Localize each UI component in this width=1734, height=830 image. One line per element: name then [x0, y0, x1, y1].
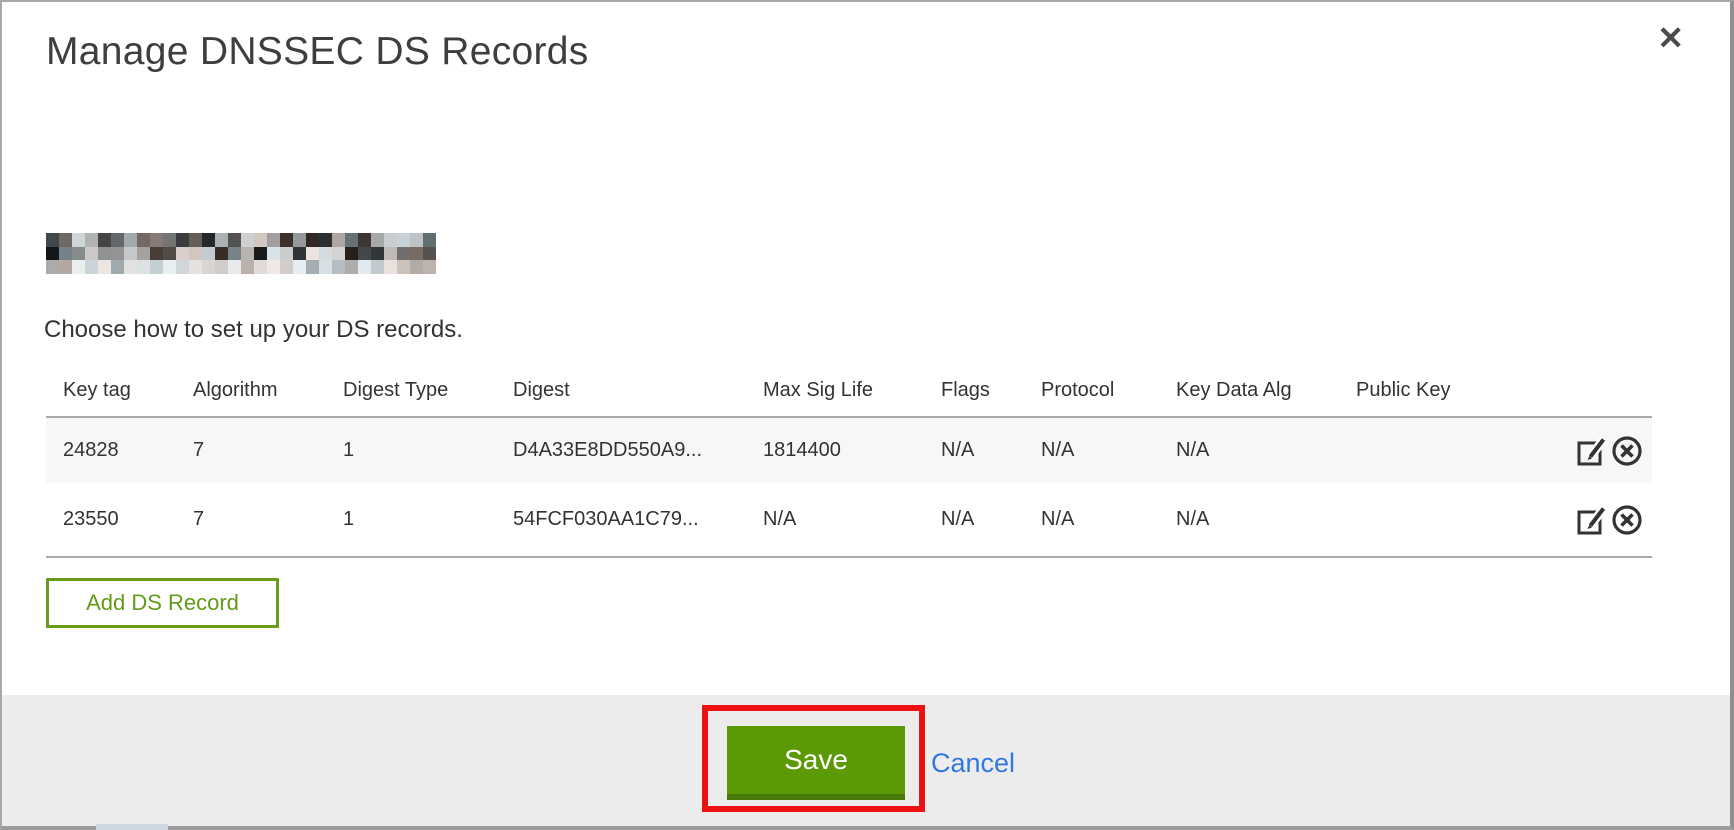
cell-max-sig-life: 1814400 — [746, 439, 924, 462]
edit-record-icon[interactable] — [1575, 503, 1609, 537]
column-header-algorithm: Algorithm — [176, 379, 326, 402]
save-button[interactable]: Save — [727, 726, 905, 800]
ds-records-table: Key tag Algorithm Digest Type Digest Max… — [46, 364, 1652, 558]
table-row: 23550 7 1 54FCF030AA1C79... N/A N/A N/A … — [46, 483, 1652, 556]
column-header-key-data-alg: Key Data Alg — [1159, 379, 1339, 402]
column-header-public-key: Public Key — [1339, 379, 1560, 402]
column-header-protocol: Protocol — [1024, 379, 1159, 402]
column-header-key-tag: Key tag — [46, 379, 176, 402]
cell-digest-type: 1 — [326, 508, 496, 531]
add-ds-record-button[interactable]: Add DS Record — [46, 578, 279, 628]
delete-record-icon[interactable] — [1610, 503, 1644, 537]
cancel-link[interactable]: Cancel — [931, 748, 1015, 779]
table-row: 24828 7 1 D4A33E8DD550A9... 1814400 N/A … — [46, 418, 1652, 483]
cell-protocol: N/A — [1024, 439, 1159, 462]
table-body: 24828 7 1 D4A33E8DD550A9... 1814400 N/A … — [46, 416, 1652, 558]
cell-key-data-alg: N/A — [1159, 439, 1339, 462]
edit-record-icon[interactable] — [1575, 434, 1609, 468]
column-header-flags: Flags — [924, 379, 1024, 402]
column-header-max-sig-life: Max Sig Life — [746, 379, 924, 402]
cell-key-data-alg: N/A — [1159, 508, 1339, 531]
table-header-row: Key tag Algorithm Digest Type Digest Max… — [46, 364, 1652, 416]
instruction-text: Choose how to set up your DS records. — [44, 316, 463, 344]
delete-record-icon[interactable] — [1610, 434, 1644, 468]
background-page-artifact — [96, 824, 168, 830]
page-title: Manage DNSSEC DS Records — [46, 30, 589, 74]
cell-digest: 54FCF030AA1C79... — [496, 508, 746, 531]
row-actions — [1560, 434, 1652, 468]
close-icon[interactable]: ✕ — [1657, 22, 1684, 54]
manage-dnssec-modal: Manage DNSSEC DS Records ✕ Choose how to… — [0, 0, 1734, 830]
cell-digest-type: 1 — [326, 439, 496, 462]
row-actions — [1560, 503, 1652, 537]
cell-algorithm: 7 — [176, 439, 326, 462]
cell-flags: N/A — [924, 508, 1024, 531]
cell-algorithm: 7 — [176, 508, 326, 531]
domain-name-redacted — [46, 233, 436, 274]
cell-key-tag: 23550 — [46, 508, 176, 531]
cell-protocol: N/A — [1024, 508, 1159, 531]
cell-flags: N/A — [924, 439, 1024, 462]
column-header-digest-type: Digest Type — [326, 379, 496, 402]
column-header-digest: Digest — [496, 379, 746, 402]
cell-key-tag: 24828 — [46, 439, 176, 462]
cell-digest: D4A33E8DD550A9... — [496, 439, 746, 462]
cell-max-sig-life: N/A — [746, 508, 924, 531]
